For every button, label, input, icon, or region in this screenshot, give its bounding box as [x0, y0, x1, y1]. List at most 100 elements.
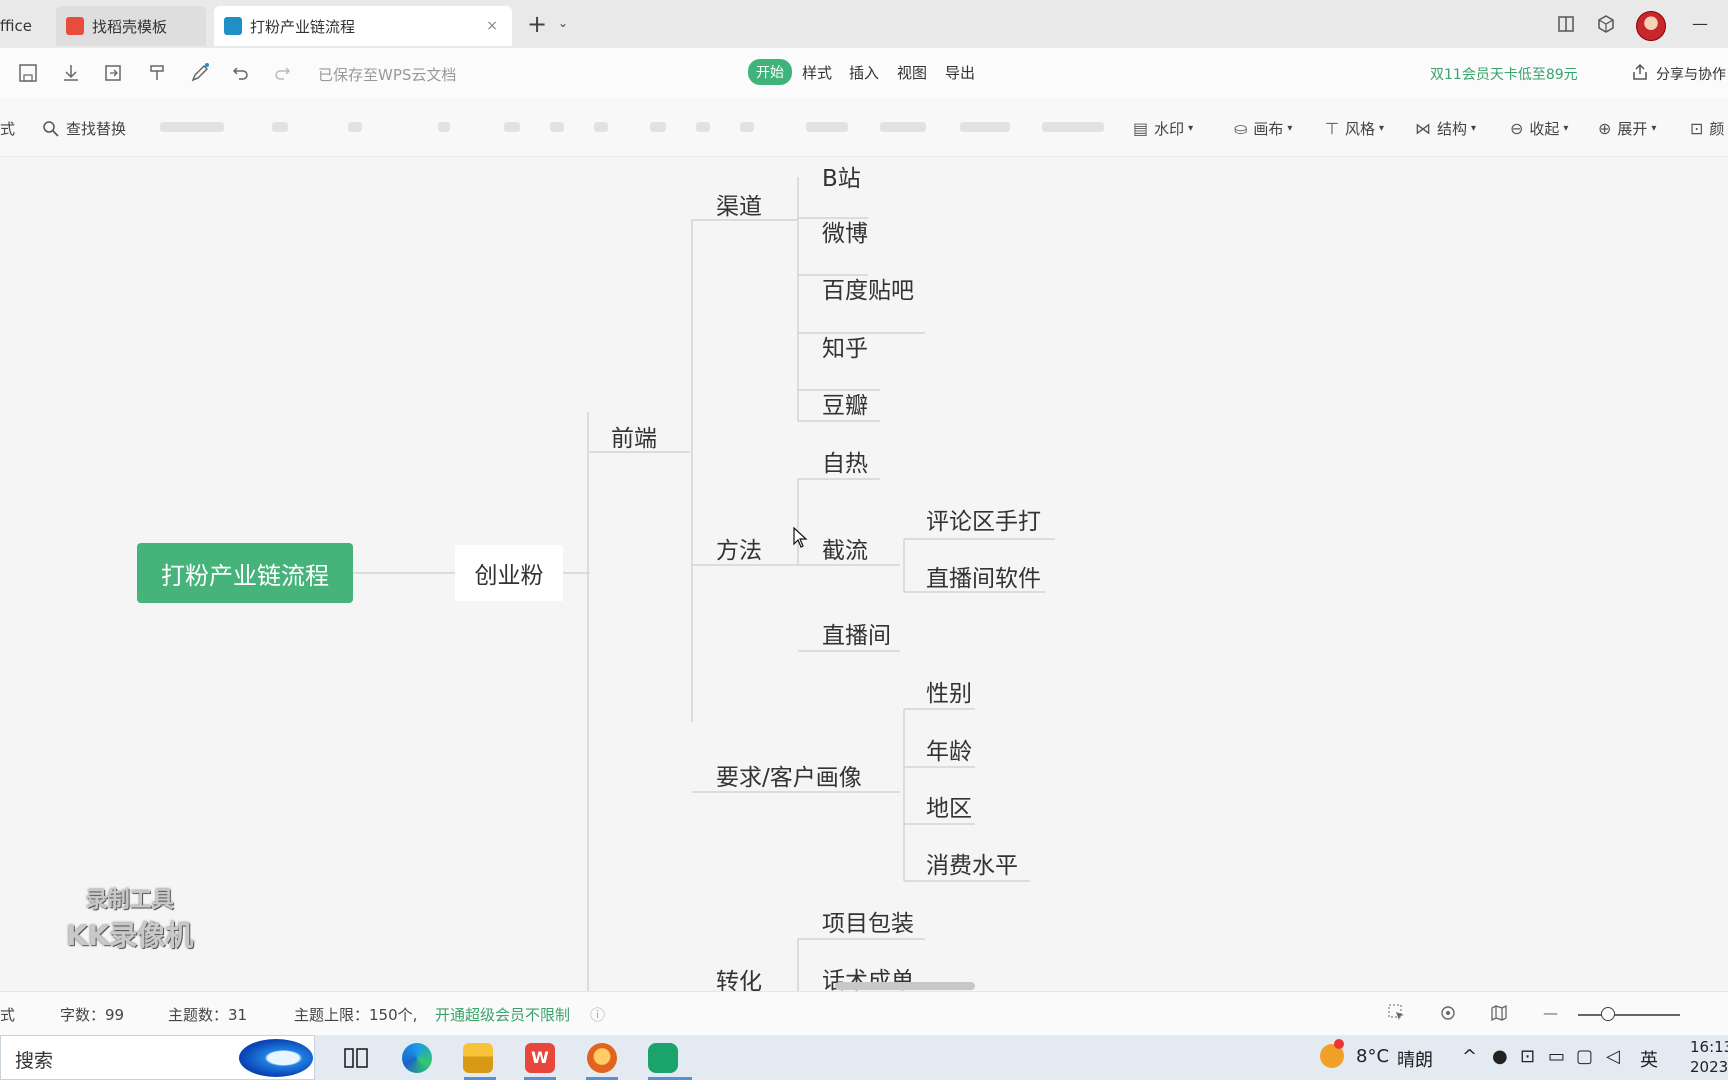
- font-size-select[interactable]: [272, 122, 288, 132]
- topic-method-live[interactable]: 直播间: [822, 616, 891, 650]
- topic-method-cut[interactable]: 截流: [822, 531, 868, 565]
- select-tool-icon[interactable]: [1388, 1004, 1406, 1022]
- system-clock[interactable]: 16:13 2023/11: [1690, 1037, 1728, 1077]
- tab-close-icon[interactable]: ×: [486, 18, 498, 34]
- vip-upgrade-link[interactable]: 开通超级会员不限制: [435, 1004, 570, 1025]
- topic-channel-douban[interactable]: 豆瓣: [822, 386, 868, 420]
- topic-req-age[interactable]: 年龄: [926, 732, 972, 766]
- topic-convert-package[interactable]: 项目包装: [822, 904, 914, 938]
- bold-button[interactable]: [348, 122, 362, 132]
- minimize-icon[interactable]: —: [1692, 14, 1708, 33]
- weather-condition[interactable]: 晴朗: [1397, 1046, 1433, 1072]
- menu-tab-style[interactable]: 样式: [802, 62, 832, 83]
- reading-mode-icon[interactable]: [1556, 14, 1576, 34]
- menu-tab-view[interactable]: 视图: [897, 62, 927, 83]
- outline-button[interactable]: [880, 122, 926, 132]
- insert-parent-button[interactable]: [740, 122, 754, 132]
- topic-req-region[interactable]: 地区: [926, 789, 972, 823]
- watermark-button[interactable]: ▤ 水印 ▾: [1133, 118, 1193, 139]
- root-topic[interactable]: 打粉产业链流程: [137, 543, 353, 603]
- align-left-button[interactable]: [504, 122, 520, 132]
- structure-label: 结构: [1437, 120, 1468, 138]
- mindmap-canvas[interactable]: 打粉产业链流程 创业粉 前端 渠道 B站 微博 百度贴吧 知乎 豆瓣 方法 自热…: [0, 157, 1728, 991]
- menu-tab-export[interactable]: 导出: [945, 62, 975, 83]
- locate-icon[interactable]: [1439, 1004, 1457, 1022]
- topic-channel[interactable]: 渠道: [716, 187, 762, 221]
- expand-button[interactable]: ⊕ 展开 ▾: [1598, 118, 1656, 139]
- zoom-slider-track[interactable]: [1578, 1014, 1680, 1016]
- find-replace-button[interactable]: 查找替换: [42, 118, 126, 139]
- format-painter-icon[interactable]: [147, 63, 167, 83]
- insert-sibling-button[interactable]: [650, 122, 666, 132]
- input-method-indicator[interactable]: 英: [1640, 1046, 1658, 1072]
- battery-icon[interactable]: ▭: [1548, 1046, 1565, 1067]
- align-center-button[interactable]: [550, 122, 564, 132]
- topic-convert[interactable]: 转化: [716, 962, 762, 991]
- help-icon[interactable]: ⓘ: [590, 1004, 605, 1025]
- topic-frontend[interactable]: 前端: [611, 419, 657, 453]
- share-icon[interactable]: [1630, 62, 1650, 82]
- file-explorer-icon[interactable]: [463, 1043, 493, 1073]
- collapse-button[interactable]: ⊖ 收起 ▾: [1510, 118, 1568, 139]
- zoom-slider-handle[interactable]: [1601, 1007, 1615, 1021]
- mindmap-app-icon[interactable]: [648, 1043, 678, 1073]
- tab-mindmap[interactable]: 打粉产业链流程 ×: [214, 6, 512, 46]
- download-icon[interactable]: [61, 63, 81, 83]
- toolbar-cut-label[interactable]: 式: [0, 118, 15, 139]
- relation-button[interactable]: [960, 122, 1010, 132]
- horizontal-scrollbar-thumb[interactable]: [835, 982, 975, 990]
- topic-cut-comment[interactable]: 评论区手打: [926, 502, 1041, 536]
- topic-method-self[interactable]: 自热: [822, 444, 868, 478]
- taskbar-search[interactable]: 搜索: [0, 1035, 315, 1080]
- zoom-out-icon[interactable]: —: [1543, 1004, 1558, 1022]
- topic-req-spending[interactable]: 消费水平: [926, 846, 1018, 880]
- topic-chuangyefen[interactable]: 创业粉: [455, 545, 563, 601]
- search-icon: [43, 120, 59, 137]
- network-icon[interactable]: ▢: [1576, 1046, 1593, 1067]
- align-right-button[interactable]: [594, 122, 608, 132]
- microphone-icon[interactable]: ●: [1492, 1046, 1508, 1067]
- volume-icon[interactable]: ◁: [1606, 1046, 1620, 1067]
- canvas-button[interactable]: ⛀ 画布 ▾: [1234, 118, 1292, 139]
- promo-link[interactable]: 双11会员天卡低至89元: [1430, 64, 1578, 84]
- wps-office-icon[interactable]: W: [525, 1043, 555, 1073]
- avatar[interactable]: [1636, 11, 1666, 41]
- tab-list-chevron-icon[interactable]: ⌄: [558, 16, 568, 30]
- tab-office[interactable]: ffice: [0, 6, 50, 46]
- undo-icon[interactable]: [231, 63, 251, 83]
- map-view-icon[interactable]: [1490, 1004, 1508, 1022]
- tray-chevron-up-icon[interactable]: ^: [1462, 1046, 1477, 1067]
- task-view-icon[interactable]: [341, 1043, 371, 1073]
- redo-icon[interactable]: [272, 63, 292, 83]
- topic-req-gender[interactable]: 性别: [926, 674, 972, 708]
- summary-button[interactable]: [806, 122, 848, 132]
- cube-icon[interactable]: [1596, 14, 1616, 34]
- save-icon[interactable]: [18, 63, 38, 83]
- font-family-select[interactable]: [160, 122, 224, 132]
- menu-tab-start[interactable]: 开始: [748, 59, 792, 85]
- topic-channel-zhihu[interactable]: 知乎: [822, 329, 868, 363]
- new-tab-button[interactable]: +: [527, 10, 547, 38]
- topic-channel-bilibili[interactable]: B站: [822, 159, 861, 193]
- pen-icon[interactable]: [190, 63, 210, 83]
- topic-channel-tieba[interactable]: 百度贴吧: [822, 271, 914, 305]
- pen-workspace-icon[interactable]: ⊡: [1520, 1046, 1535, 1067]
- structure-button[interactable]: ⋈ 结构 ▾: [1415, 118, 1476, 139]
- topic-requirement[interactable]: 要求/客户画像: [716, 758, 862, 792]
- style-button[interactable]: ⊤ 风格 ▾: [1325, 118, 1384, 139]
- topic-cut-software[interactable]: 直播间软件: [926, 559, 1041, 593]
- topic-channel-weibo[interactable]: 微博: [822, 214, 868, 248]
- share-button[interactable]: 分享与协作: [1656, 64, 1726, 84]
- recorder-app-icon[interactable]: [587, 1043, 617, 1073]
- weather-temp[interactable]: 8°C: [1356, 1046, 1389, 1067]
- menu-tab-insert[interactable]: 插入: [849, 62, 879, 83]
- watermark-icon: ▤: [1133, 119, 1149, 138]
- topic-method[interactable]: 方法: [716, 531, 762, 565]
- edge-browser-icon[interactable]: [402, 1043, 432, 1073]
- image-button[interactable]: [1042, 122, 1104, 132]
- export-icon[interactable]: [103, 63, 123, 83]
- insert-child-button[interactable]: [696, 122, 710, 132]
- tab-template[interactable]: 找稻壳模板: [56, 6, 206, 46]
- color-button[interactable]: ⊡ 颜: [1690, 118, 1724, 139]
- font-color-button[interactable]: [438, 122, 450, 132]
